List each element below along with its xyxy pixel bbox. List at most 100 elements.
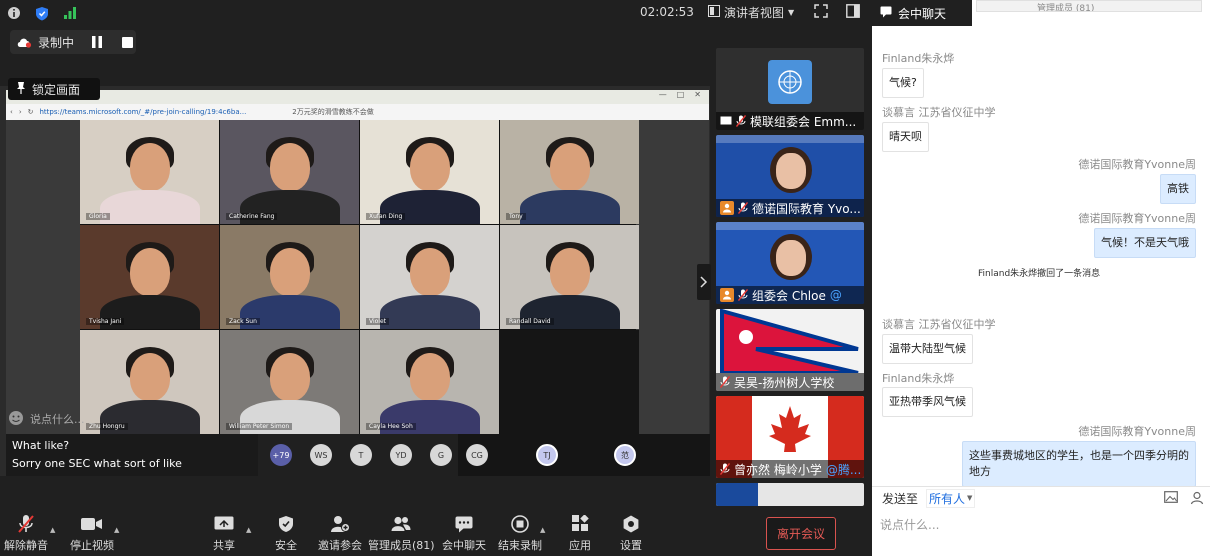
send-to-value: 所有人 [929,491,966,506]
shield-icon[interactable] [34,5,50,21]
participant-name: Catherine Fang [226,213,278,220]
browser-notice: 2万元奖的滑雪教练不会做 [292,108,374,116]
chat-input[interactable]: 说点什么... [880,516,939,533]
chevron-right-icon[interactable] [697,264,711,300]
member-popup: 管理成员 (81) [976,0,1202,12]
pause-icon[interactable] [90,35,104,49]
chat-message-bubble: 高铁 [1160,174,1196,204]
video-tile-label: 曾亦然 梅岭小学 @腾... [716,460,864,478]
send-to-row: 发送至 所有人 ▼ [872,487,1210,509]
members-icon [390,514,412,534]
participant-name: Violet [366,318,390,325]
video-tile-partial[interactable] [716,483,864,506]
chat-icon [453,514,475,534]
un-logo [768,60,812,104]
mic-muted-icon [15,514,37,534]
video-tile[interactable]: 吴昊-扬州树人学校 [716,309,864,391]
chat-sender-name: Finland朱永烨 [882,52,955,65]
empty-grid-tile [500,330,639,434]
apps-button[interactable]: 应用 [569,514,591,553]
chat-messages: railway?Finland朱永烨气候?谈慕言 江苏省仪征中学晴天呗德诺国际教… [872,0,1210,487]
shared-participant-avatars-right: CG TJ 范 [458,434,710,476]
cloud-record-icon [16,36,32,48]
browser-address-bar: ‹ › ↻ https://teams.microsoft.com/_#/pre… [6,104,709,120]
leave-meeting-button[interactable]: 离开会议 [766,517,836,550]
browser-tabbar: — □ ✕ [6,90,709,104]
meeting-chat-button[interactable]: 会中聊天 [442,514,486,553]
speaker-view-dropdown[interactable]: 演讲者视图 ▼ [708,4,794,21]
chat-recall-notice: Finland朱永烨撤回了一条消息 [978,269,1101,279]
video-tile[interactable]: 德诺国际教育 Yvo... [716,135,864,217]
back-icon: ‹ [10,108,13,116]
participant-avatar: TJ [536,444,558,466]
settings-button[interactable]: 设置 [620,514,642,553]
speaker-view-label: 演讲者视图 [724,6,785,20]
mic-options-caret[interactable]: ▲ [50,526,55,534]
stop-icon[interactable] [120,35,134,49]
participant-name: Zack Sun [226,318,260,325]
share-button[interactable]: 共享 [213,514,235,553]
chat-sender-name: Finland朱永烨 [882,372,955,385]
chat-input-placeholder: 说点什么... [880,518,940,532]
video-options-caret[interactable]: ▲ [114,526,119,534]
recording-label: 录制中 [38,35,75,50]
teams-video-grid: Gloria Catherine Fang Xufan Ding Tony Tvisha… [80,120,639,434]
chat-sender-name: 德诺国际教育Yvonne周 [1078,425,1196,438]
stop-record-button[interactable]: 结束录制 [498,514,542,553]
video-strip: 模联组委会 Emm... 德诺国际教育 Yvo... 组委会 Chloe @ 吴昊-扬州… [716,48,864,506]
video-tile[interactable]: 组委会 Chloe @ [716,222,864,304]
video-tile[interactable]: 模联组委会 Emm... [716,48,864,130]
shared-chat-input: 说点什么... [8,408,126,430]
settings-label: 设置 [620,539,642,552]
participant-name: Cayla Hee Soh [366,423,416,430]
manage-members-button[interactable]: 管理成员(81) [368,514,435,553]
signal-icon[interactable] [62,5,78,21]
chat-message-bubble: 这些事费城地区的学生，也是一个四季分明的地方 [962,441,1196,487]
participant-name: Randall David [506,318,554,325]
share-options-caret[interactable]: ▲ [246,526,251,534]
fullscreen-icon[interactable] [814,4,828,21]
invite-label: 邀请参会 [318,539,362,552]
flag-fragment [716,483,758,506]
screen-share-icon [720,116,732,126]
participant-face [129,247,170,296]
video-grid-tile: William Peter Simon [220,330,359,434]
person-icon[interactable] [1190,491,1204,508]
manage-members-label: 管理成员(81) [368,539,435,552]
chat-message-bubble: 气候? [882,68,924,98]
speaker-view-icon [708,5,720,20]
lock-view-tooltip[interactable]: 锁定画面 [8,78,100,100]
video-tile-label: 模联组委会 Emm... [716,112,864,130]
send-to-select[interactable]: 所有人 ▼ [926,488,976,508]
maximize-icon: □ [676,90,685,99]
security-button[interactable]: 安全 [275,514,297,553]
participant-avatar: +79 [270,444,292,466]
browser-url: https://teams.microsoft.com/_#/pre-join-… [39,108,247,116]
video-grid-tile: Tvisha Jani [80,225,219,329]
security-shield-icon [275,514,297,534]
unmute-button[interactable]: 解除静音 [4,514,48,553]
banner-stripe [716,135,864,143]
banner-stripe [716,222,864,230]
participant-name: Tvisha Jani [86,318,125,325]
record-options-caret[interactable]: ▲ [540,526,545,534]
minimize-icon: — [658,90,667,99]
participant-face [409,142,450,191]
top-status-bar: 02:02:53 演讲者视图 ▼ [0,0,872,26]
stop-video-button[interactable]: 停止视频 [70,514,114,553]
recording-indicator: 录制中 [10,30,136,54]
participant-avatar: CG [466,444,488,466]
info-icon[interactable] [6,5,22,21]
video-tile[interactable]: 曾亦然 梅岭小学 @腾... [716,396,864,478]
camera-icon [81,514,103,534]
apps-label: 应用 [569,539,591,552]
meeting-app: 02:02:53 演讲者视图 ▼ 录制中 锁定画面 — □ ✕ ‹ › ↻ ht… [0,0,1210,556]
participant-avatar: G [430,444,452,466]
participant-face [269,142,310,191]
invite-button[interactable]: 邀请参会 [318,514,362,553]
video-grid-tile: Tony [500,120,639,224]
video-tile-label: 吴昊-扬州树人学校 [716,373,864,391]
pin-icon [16,81,26,98]
image-icon[interactable] [1164,491,1178,508]
side-panel-icon[interactable] [846,4,860,21]
